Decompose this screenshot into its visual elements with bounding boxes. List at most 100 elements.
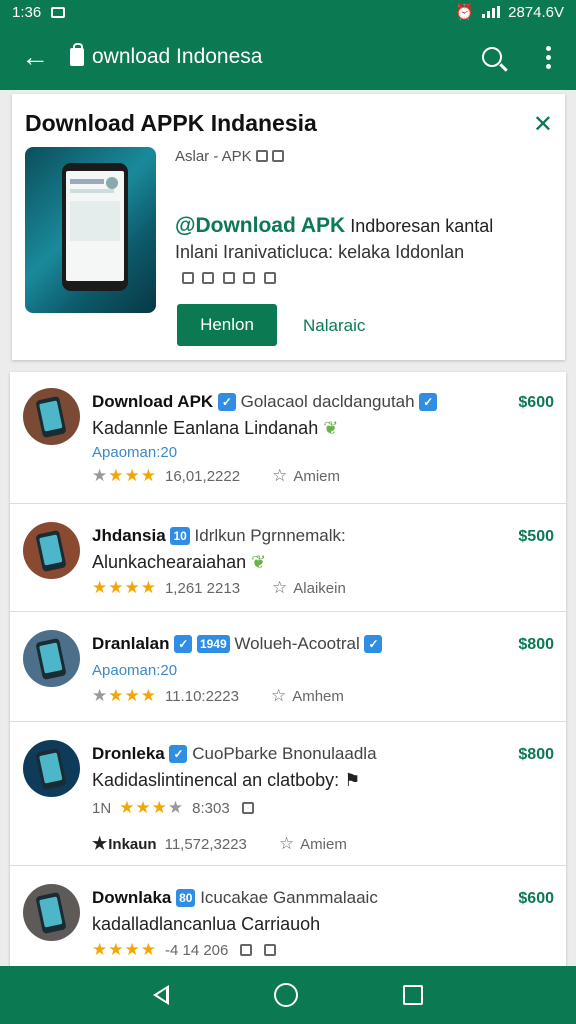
app-rating: ★★★★ 16,01,2222 ☆ Amiem [92, 466, 340, 486]
install-action[interactable]: ☆ Amhem [271, 686, 344, 706]
star-rating: ★★★★ [92, 940, 157, 959]
promo-primary-button[interactable]: Henlon [177, 304, 277, 346]
star-outline-icon: ☆ [270, 686, 287, 705]
back-arrow-icon[interactable]: ← [0, 24, 70, 90]
promo-title: Download APPK Indanesia [25, 110, 317, 136]
promo-thumbnail[interactable] [25, 147, 156, 313]
app-avatar [23, 740, 80, 797]
signal-icon [482, 6, 501, 18]
extra-label: ★Inkaun [92, 834, 157, 853]
app-description: kadalladlancanlua Carriauoh [92, 914, 321, 934]
verified-icon: ✓ [217, 393, 236, 411]
leaf-icon: ❦ [323, 418, 339, 438]
app-name: Jhdansia [92, 526, 166, 545]
home-icon [264, 944, 277, 956]
app-badge: 1949 [196, 635, 230, 653]
app-badge: 10 [170, 527, 190, 545]
status-bar: 1:36 ⏰ 2874.6V [0, 0, 576, 24]
promo-headline-bold: @Download APK [175, 214, 346, 237]
app-price: $600 [518, 890, 554, 907]
verified-icon: ✓ [169, 745, 188, 763]
heart-icon [182, 272, 194, 284]
app-rating: ★★★★ -4 14 206 [92, 940, 277, 960]
list-item[interactable]: Dranlalan ✓ 1949 Wolueh-Acootral ✓ $800 … [10, 612, 566, 722]
rating-text: 11.10:2223 [164, 687, 239, 705]
status-right: ⏰ 2874.6V [455, 3, 564, 22]
promo-icons [178, 270, 276, 288]
flag-icon [271, 150, 284, 162]
image-icon [222, 272, 235, 284]
nav-recents-icon[interactable] [403, 985, 424, 1005]
promo-headline-rest: Indboresan kantal [345, 216, 494, 236]
app-subtitle: Wolueh-Acootral [234, 634, 360, 653]
leaf-icon: ❦ [251, 552, 267, 572]
gallery-icon [243, 272, 256, 284]
navigation-bar [0, 966, 576, 1024]
app-description: Kadannle Eanlana Lindanah ❦ [92, 418, 339, 438]
app-meta: Apaoman:20 [92, 662, 178, 679]
search-query[interactable]: ownload Indonesa [70, 43, 464, 69]
device-icon [241, 802, 254, 814]
install-action[interactable]: ☆ Amiem [272, 466, 340, 486]
rating-text: 16,01,2222 [164, 467, 241, 485]
rating-text: 1,261 2213 [164, 579, 241, 597]
rating-prefix: 1N [92, 799, 112, 817]
phone-image [62, 163, 128, 291]
promo-secondary-link[interactable]: Nalaraic [303, 316, 365, 336]
alarm-icon: ⏰ [455, 4, 475, 21]
star-outline-icon: ☆ [272, 466, 288, 485]
app-price: $500 [518, 528, 554, 545]
nav-home-icon[interactable] [273, 983, 298, 1007]
app-meta: Apaoman:20 [92, 444, 178, 461]
more-options-icon[interactable] [520, 24, 576, 90]
app-price: $800 [518, 746, 554, 763]
app-avatar [23, 522, 80, 579]
promo-meta: Aslar - APK [175, 148, 284, 165]
bookmark-icon [263, 272, 276, 284]
app-name: Download APK [92, 392, 214, 411]
app-rating: ★★★★ 11.10:2223 ☆ Amhem [92, 686, 344, 706]
app-name: Dronleka [92, 744, 165, 763]
device-icon [240, 944, 253, 956]
app-list: Download APK ✓ Golacaol dacldangutah ✓ $… [10, 372, 566, 966]
status-time: 1:36 [12, 3, 42, 21]
app-subtitle: Idrlkun Pgrnnemalk: [194, 526, 346, 545]
star-rating: ★★★★ [119, 798, 185, 817]
star-rating: ★★★★ [92, 466, 157, 485]
extra-value: 11,572,3223 [164, 835, 247, 853]
glyph-icon: ⚑ [344, 770, 361, 790]
status-battery-text: 2874.6V [508, 3, 564, 21]
install-action[interactable]: ☆ Alaikein [272, 578, 346, 598]
app-subtitle: Icucakae Ganmmalaaic [200, 888, 378, 907]
nav-back-icon[interactable] [152, 985, 169, 1005]
list-item[interactable]: Download APK ✓ Golacaol dacldangutah ✓ $… [10, 372, 566, 504]
app-price: $600 [518, 394, 554, 411]
app-rating: 1N ★★★★ 8:303 [92, 798, 254, 818]
install-action[interactable]: ☆ Amiem [279, 834, 347, 854]
list-item[interactable]: Jhdansia 10 Idrlkun Pgrnnemalk: $500 Alu… [10, 504, 566, 612]
app-name: Dranlalan [92, 634, 170, 653]
verified-icon: ✓ [174, 635, 193, 653]
app-bar: ← ownload Indonesa [0, 24, 576, 90]
list-item[interactable]: Dronleka ✓ CuoPbarke Bnonulaadla $800 Ka… [10, 722, 566, 866]
share-icon [202, 272, 215, 284]
shopping-bag-icon [70, 43, 84, 66]
promo-description: Inlani Iranivaticluca: kelaka Iddonlan [175, 242, 465, 262]
close-icon[interactable]: ✕ [533, 110, 553, 139]
info-icon [255, 150, 268, 162]
app-rating: ★★★★ 1,261 2213 ☆ Alaikein [92, 578, 346, 598]
app-name: Downlaka [92, 888, 172, 907]
app-subtitle: CuoPbarke Bnonulaadla [192, 744, 377, 763]
app-subtitle: Golacaol dacldangutah [240, 392, 415, 411]
check-icon: ✓ [419, 393, 438, 411]
notification-icon [51, 6, 66, 18]
app-avatar [23, 630, 80, 687]
app-description: Kadidaslintinencal an clatboby: ⚑ [92, 770, 361, 790]
search-button[interactable] [464, 24, 520, 90]
promo-headline: @Download APK Indboresan kantal [175, 214, 493, 238]
rating-text: 8:303 [192, 799, 230, 817]
star-rating: ★★★★ [92, 686, 157, 705]
app-avatar [23, 388, 80, 445]
list-item[interactable]: Downlaka 80 Icucakae Ganmmalaaic $600 ka… [10, 866, 566, 966]
app-extra: ★Inkaun 11,572,3223 ☆ Amiem [92, 834, 347, 854]
